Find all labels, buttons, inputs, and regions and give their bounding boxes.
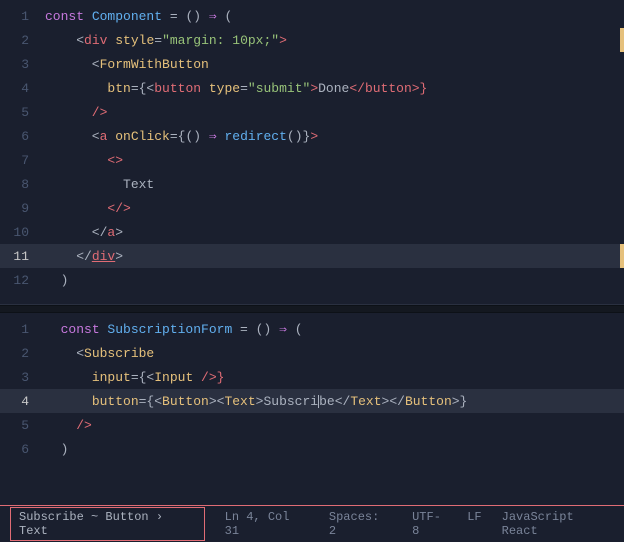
code-line: 2 <div style="margin: 10px;"> [0, 28, 624, 52]
code-line: 1 const SubscriptionForm = () ⇒ ( [0, 317, 624, 341]
line-number: 9 [0, 201, 45, 216]
code-block-bottom: 1 const SubscriptionForm = () ⇒ ( 2 <Sub… [0, 313, 624, 465]
line-content: input={<Input />} [45, 370, 624, 385]
line-content: btn={<button type="submit">Done</button>… [45, 81, 624, 96]
line-number: 12 [0, 273, 45, 288]
language-mode: JavaScript React [502, 510, 614, 538]
line-number: 4 [0, 394, 45, 409]
code-line: 4 btn={<button type="submit">Done</butto… [0, 76, 624, 100]
spaces-info: Spaces: 2 [329, 510, 392, 538]
line-number: 1 [0, 322, 45, 337]
gutter-mark [620, 28, 624, 52]
editor: 1 const Component = () ⇒ ( 2 <div style=… [0, 0, 624, 542]
line-number: 5 [0, 418, 45, 433]
code-line: 5 /> [0, 413, 624, 437]
line-content: /> [45, 418, 624, 433]
code-line: 2 <Subscribe [0, 341, 624, 365]
code-line: 1 const Component = () ⇒ ( [0, 4, 624, 28]
line-number: 4 [0, 81, 45, 96]
code-line: 6 ) [0, 437, 624, 461]
line-content: <> [45, 153, 624, 168]
cursor-position: Ln 4, Col 31 [225, 510, 309, 538]
code-line: 3 input={<Input />} [0, 365, 624, 389]
line-number: 10 [0, 225, 45, 240]
line-content: <a onClick={() ⇒ redirect()}> [45, 129, 624, 144]
code-line: 10 </a> [0, 220, 624, 244]
code-section-top: 1 const Component = () ⇒ ( 2 <div style=… [0, 0, 624, 305]
line-content: const SubscriptionForm = () ⇒ ( [45, 322, 624, 337]
code-line-cursor: 4 button={<Button><Text>Subscribe</Text>… [0, 389, 624, 413]
code-line: 12 ) [0, 268, 624, 292]
line-number: 8 [0, 177, 45, 192]
line-number: 11 [0, 249, 45, 264]
gutter-mark [620, 244, 624, 268]
code-line: 8 Text [0, 172, 624, 196]
line-content: ) [45, 273, 624, 288]
code-line: 7 <> [0, 148, 624, 172]
code-line: 5 /> [0, 100, 624, 124]
line-content: /> [45, 105, 624, 120]
code-section-bottom: 1 const SubscriptionForm = () ⇒ ( 2 <Sub… [0, 313, 624, 505]
line-content: </div> [45, 249, 624, 264]
line-number: 2 [0, 346, 45, 361]
line-content: <FormWithButton [45, 57, 624, 72]
code-block-top: 1 const Component = () ⇒ ( 2 <div style=… [0, 0, 624, 296]
line-number: 5 [0, 105, 45, 120]
line-number: 3 [0, 370, 45, 385]
line-content: <div style="margin: 10px;"> [45, 33, 624, 48]
line-content: const Component = () ⇒ ( [45, 9, 624, 24]
encoding: UTF-8 [412, 510, 447, 538]
status-info: Ln 4, Col 31 Spaces: 2 UTF-8 LF JavaScri… [225, 510, 614, 538]
line-content: <Subscribe [45, 346, 624, 361]
line-number: 6 [0, 129, 45, 144]
section-divider [0, 305, 624, 313]
line-content: button={<Button><Text>Subscribe</Text></… [45, 394, 624, 409]
code-line-highlighted: 11 </div> [0, 244, 624, 268]
breadcrumb-text: Subscribe ~ Button › Text [19, 510, 163, 538]
line-content: </a> [45, 225, 624, 240]
line-number: 1 [0, 9, 45, 24]
line-number: 3 [0, 57, 45, 72]
line-number: 7 [0, 153, 45, 168]
line-content: </> [45, 201, 624, 216]
breadcrumb[interactable]: Subscribe ~ Button › Text [10, 507, 205, 541]
code-line: 9 </> [0, 196, 624, 220]
line-number: 2 [0, 33, 45, 48]
status-bar: Subscribe ~ Button › Text Ln 4, Col 31 S… [0, 505, 624, 542]
line-ending: LF [467, 510, 481, 538]
line-content: Text [45, 177, 624, 192]
code-line: 3 <FormWithButton [0, 52, 624, 76]
line-number: 6 [0, 442, 45, 457]
code-line: 6 <a onClick={() ⇒ redirect()}> [0, 124, 624, 148]
line-content: ) [45, 442, 624, 457]
